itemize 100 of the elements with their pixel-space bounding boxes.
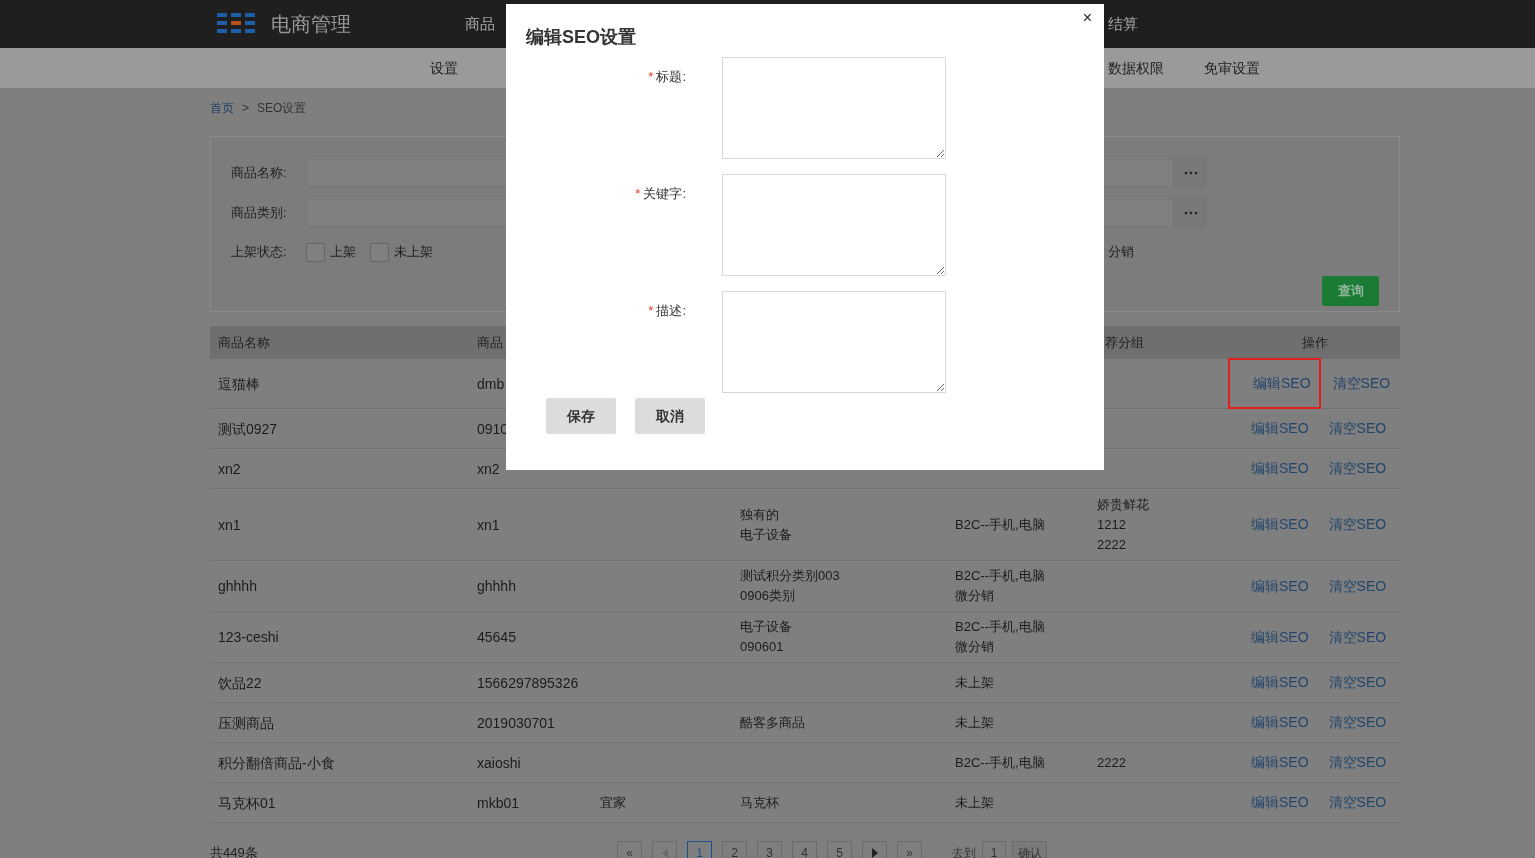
table-cell-text: 2222 [1097,535,1127,554]
ellipsis-icon [1183,171,1198,175]
action-link[interactable]: 编辑SEO [1251,792,1309,813]
text-area[interactable] [722,57,946,159]
action-link[interactable]: 编辑SEO [1251,712,1309,733]
table-cell-text: 电子设备 [740,525,793,544]
close-button[interactable]: × [1082,10,1092,26]
table-cell-text: 宜家 [600,793,627,812]
filter-label: 上架状态: [231,243,288,262]
filter-label: 商品类别: [231,204,288,223]
table-cell-text: B2C--手机,电脑 [955,515,1046,534]
dialog-button[interactable]: 保存 [546,398,616,434]
table-cell-text: 酷客多商品 [740,713,806,732]
breadcrumb-link[interactable]: 首页 [210,99,234,117]
table-cell-text: xn2 [218,459,242,479]
table-cell-text: 测试积分类别003 [740,567,841,585]
table-cell-text: 未上架 [955,713,995,732]
dialog-button[interactable]: 取消 [635,398,705,434]
table-cell-text: 饮品22 [218,673,263,693]
table-cell-text: 45645 [477,628,517,647]
table-cell-text: 电子设备 [740,618,793,636]
action-link[interactable]: 清空SEO [1328,626,1387,648]
action-link[interactable]: 清空SEO [1332,373,1391,394]
page-button[interactable]: 5 [827,841,852,858]
table-cell-text: 090601 [740,638,785,656]
table-cell-text: 123-ceshi [218,628,280,647]
last-page-button[interactable]: » [897,841,922,858]
checkbox-label: 分销 [1108,243,1134,262]
action-link[interactable]: 清空SEO [1328,672,1387,693]
table-cell-text: 微分销 [955,587,995,605]
page-button[interactable]: 4 [792,841,817,858]
action-link[interactable]: 清空SEO [1328,418,1387,439]
field-label: * 关键字: [634,185,686,203]
more-button[interactable] [1174,157,1207,189]
table-cell-text: ghhhh [218,577,258,596]
breadcrumb-separator: > [242,100,249,117]
more-button[interactable] [1174,197,1207,229]
table-cell-text: 1566297895326 [477,673,580,693]
table-cell-text: 马克杯01 [218,793,277,813]
sub-nav-link[interactable]: 免审设置 [1204,57,1260,79]
action-link[interactable]: 编辑SEO [1251,575,1309,597]
action-link[interactable]: 清空SEO [1328,514,1387,535]
table-cell-text: xn1 [218,515,242,535]
action-link[interactable]: 编辑SEO [1251,626,1309,648]
page-button[interactable]: 3 [757,841,782,858]
action-link[interactable]: 清空SEO [1328,458,1387,479]
action-link[interactable]: 编辑SEO [1251,672,1309,693]
next-page-button[interactable] [862,841,887,858]
table-cell-text: xaioshi [477,753,522,773]
action-link[interactable]: 编辑SEO [1251,418,1309,439]
first-page-button[interactable]: « [617,841,642,858]
action-link[interactable]: 编辑SEO [1251,752,1309,773]
sub-nav-link[interactable]: 设置 [430,59,458,76]
table-cell-text: 积分翻倍商品-小食 [218,753,336,773]
table-cell-text: 微分销 [955,638,995,656]
sub-nav-link[interactable]: 数据权限 [1108,57,1164,79]
text-area[interactable] [722,291,946,393]
breadcrumb-current: SEO设置 [257,100,307,117]
nav-link[interactable]: 结算 [1108,12,1138,36]
table-cell-text: 独有的 [740,505,780,524]
table-cell-text: mkb01 [477,793,521,813]
brand-title: 电商管理 [271,13,351,35]
column-header: 操作 [1302,334,1328,350]
action-link[interactable]: 编辑SEO [1228,358,1321,409]
table-cell-text: dmb [477,374,506,394]
goto-page-input[interactable]: 1 [982,841,1006,858]
table-cell-text: B2C--手机,电脑 [955,567,1046,585]
text-area[interactable] [722,174,946,276]
table-cell-text: 1212 [1097,515,1127,534]
table-cell-text: 压测商品 [218,713,275,733]
page-button[interactable]: 2 [722,841,747,858]
table-cell-text: 0906类别 [740,587,796,605]
dialog-title: 编辑SEO设置 [526,26,636,49]
action-link[interactable]: 编辑SEO [1251,514,1309,535]
nav-link[interactable]: 商品 [465,14,495,32]
table-cell-text: B2C--手机,电脑 [955,753,1046,772]
action-link[interactable]: 清空SEO [1328,752,1387,773]
table-cell-text: 测试0927 [218,419,279,439]
table-cell-text: 未上架 [955,673,995,692]
action-link[interactable]: 清空SEO [1328,575,1387,597]
action-link[interactable]: 编辑SEO [1251,458,1309,479]
table-cell-text: 逗猫棒 [218,374,261,394]
checkbox-label: 未上架 [394,243,433,262]
table-cell-text: 2222 [1097,753,1127,772]
query-button[interactable]: 查询 [1322,276,1379,306]
table-cell-text: ghhhh [477,577,517,596]
action-link[interactable]: 清空SEO [1328,792,1387,813]
table-cell-text: 未上架 [955,793,995,812]
action-link[interactable]: 清空SEO [1328,712,1387,733]
ellipsis-icon [1183,211,1198,215]
column-header: 荐分组 [1105,334,1144,350]
field-label: * 标题: [647,68,686,86]
table-cell-text: 马克杯 [740,793,780,812]
checkbox[interactable] [306,242,325,262]
checkbox[interactable] [370,242,389,262]
filter-label: 商品名称: [231,164,288,183]
right-triangle-icon [871,848,878,858]
page-button[interactable]: 1 [687,841,712,858]
confirm-button[interactable]: 确认 [1012,841,1047,858]
goto-label: 去到 [952,845,976,858]
